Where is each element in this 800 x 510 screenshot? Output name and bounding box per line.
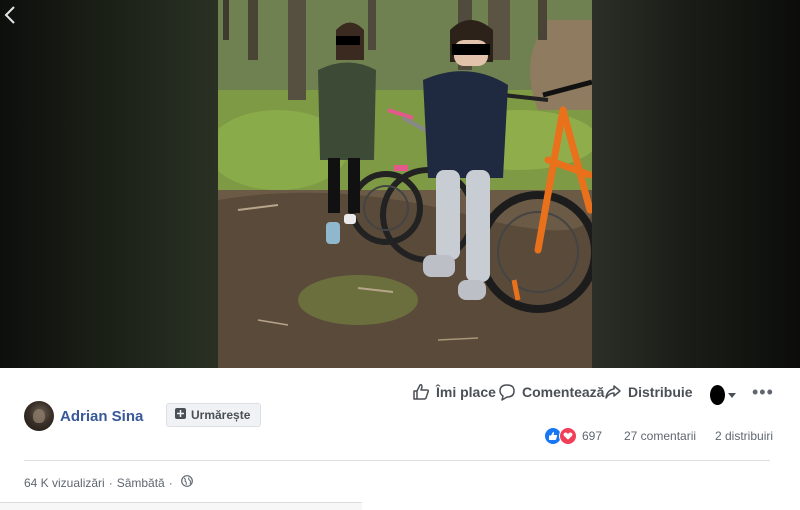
share-arrow-icon [604,383,622,401]
speech-bubble-icon [498,383,516,401]
comments-count[interactable]: 27 comentarii [624,429,696,443]
more-options-button[interactable]: ••• [752,383,774,401]
follow-label: Urmărește [191,408,251,422]
caret-down-icon [728,393,736,398]
meta-separator-2: · [168,475,173,490]
thumbs-up-icon [412,383,430,401]
chevron-left-icon[interactable] [2,4,18,26]
follow-plus-icon [175,408,186,422]
comment-label: Comentează [522,384,605,400]
author-name[interactable]: Adrian Sina [60,408,143,425]
media-viewer [0,0,800,368]
follow-button[interactable]: Urmărește [166,403,262,427]
photo-blur-right [592,0,800,368]
share-button[interactable]: Distribuie [604,383,693,401]
shares-count[interactable]: 2 distribuiri [715,429,773,443]
profile-avatar [710,385,725,405]
comment-button[interactable]: Comentează [498,383,604,401]
views-count: 64 K vizualizări [24,475,105,490]
love-reaction-icon [559,427,577,445]
globe-icon[interactable] [180,475,193,490]
share-label: Distribuie [628,384,693,400]
like-button[interactable]: Îmi place [412,383,496,401]
profile-selector[interactable] [710,385,738,405]
like-label: Îmi place [436,384,496,400]
meta-separator: · [108,475,113,490]
post-author: Adrian Sina [24,400,143,432]
post-actions: Îmi place Comentează Distribuie ••• [410,383,800,405]
photo-blur-left [0,0,218,368]
post-stats: 697 27 comentarii 2 distribuiri [544,427,800,445]
status-url-bar [0,502,362,510]
author-avatar[interactable] [24,401,54,431]
post-meta: 64 K vizualizări · Sâmbătă · [24,475,193,490]
post-photo[interactable] [218,0,592,368]
reactions-summary[interactable]: 697 [544,427,602,445]
reactions-count: 697 [582,429,603,443]
divider [24,460,770,461]
post-date[interactable]: Sâmbătă [117,476,165,490]
